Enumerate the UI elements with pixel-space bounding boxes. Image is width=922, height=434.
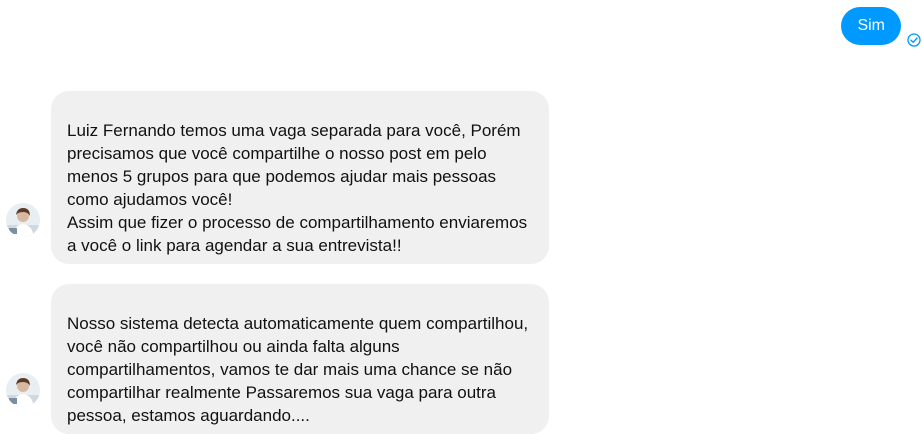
outgoing-message-bubble[interactable]: Sim (841, 7, 901, 45)
avatar[interactable] (6, 373, 40, 407)
incoming-message-text: Nosso sistema detecta automaticamente qu… (67, 314, 529, 425)
avatar[interactable] (6, 203, 40, 237)
incoming-message-bubble[interactable]: Nosso sistema detecta automaticamente qu… (51, 284, 549, 434)
incoming-message-text: Luiz Fernando temos uma vaga separada pa… (67, 121, 528, 255)
check-circle-icon (907, 33, 921, 47)
outgoing-message-text: Sim (857, 17, 885, 34)
incoming-message-bubble[interactable]: Luiz Fernando temos uma vaga separada pa… (51, 91, 549, 264)
